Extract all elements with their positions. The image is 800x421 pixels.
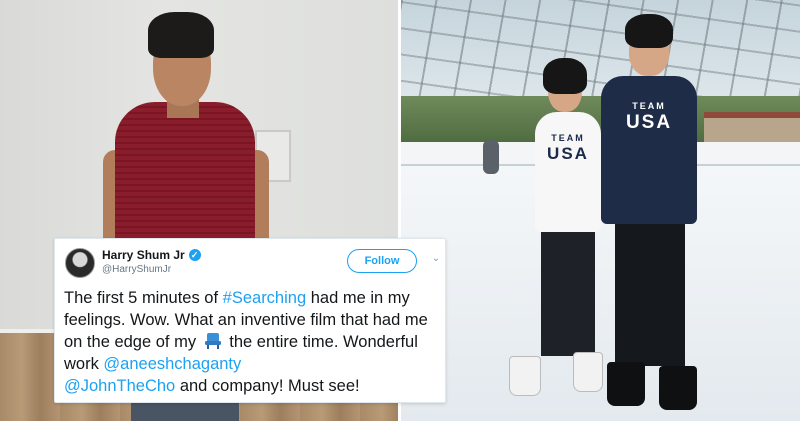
author-line: Harry Shum Jr ✓ <box>102 248 201 262</box>
striped-red-shirt <box>115 102 255 252</box>
mention-link[interactable]: @aneeshchaganty <box>103 355 241 373</box>
mention-link[interactable]: @JohnTheCho <box>64 377 175 395</box>
chevron-down-icon[interactable]: ⌄ <box>430 253 442 265</box>
hashtag-link[interactable]: #Searching <box>223 289 306 307</box>
shirt-text-team: TEAM <box>632 101 666 111</box>
shirt-text-usa: USA <box>547 144 589 163</box>
seat-icon <box>203 332 223 350</box>
verified-badge-icon: ✓ <box>188 249 201 261</box>
tweet-text: The first 5 minutes of #Searching had me… <box>64 289 428 395</box>
follow-button[interactable]: Follow <box>347 249 417 273</box>
team-usa-navy-shirt: TEAM USA <box>601 76 697 224</box>
shirt-text-usa: USA <box>625 112 673 133</box>
display-name[interactable]: Harry Shum Jr <box>102 248 185 262</box>
skater-man: TEAM USA <box>589 10 709 420</box>
avatar[interactable] <box>65 248 95 278</box>
skate-boot <box>509 356 541 396</box>
tweet-card: Harry Shum Jr ✓ @HarryShumJr Follow ⌄ Th… <box>54 238 446 403</box>
hair <box>148 12 214 58</box>
right-photo: TEAM USA TEAM USA <box>401 0 800 421</box>
skate-boot <box>659 366 697 410</box>
background-skater <box>483 140 499 174</box>
shirt-text-team: TEAM <box>551 133 585 143</box>
skate-boot <box>607 362 645 406</box>
user-handle[interactable]: @HarryShumJr <box>102 264 171 275</box>
